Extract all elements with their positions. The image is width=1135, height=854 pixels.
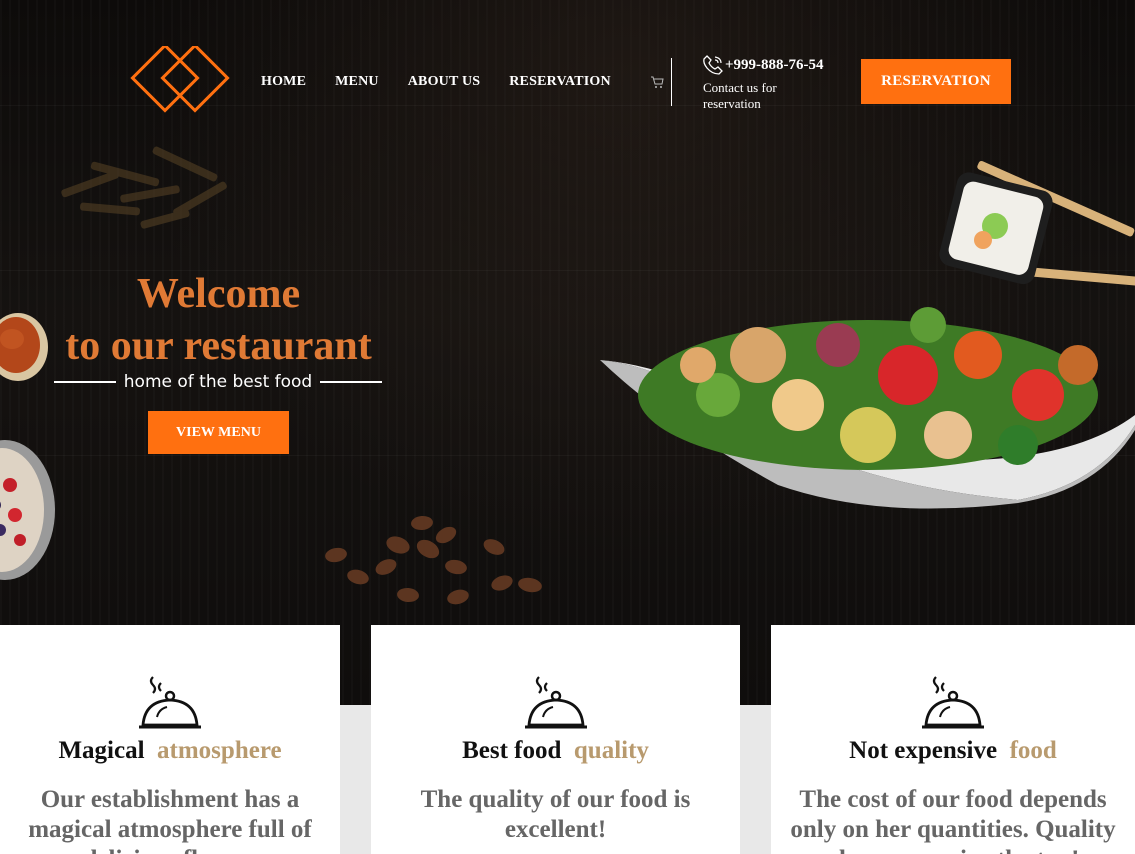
nav-reservation[interactable]: RESERVATION: [509, 74, 611, 90]
cloche-icon: [139, 676, 201, 729]
header-divider: [671, 58, 672, 106]
hero-title-line2: to our restaurant: [65, 323, 372, 369]
hero-title-line1: Welcome: [136, 271, 301, 317]
card-title: Best food quality: [371, 737, 740, 765]
subtitle-line-left: [54, 381, 116, 383]
view-menu-button[interactable]: VIEW MENU: [148, 411, 289, 454]
subtitle-line-right: [320, 381, 383, 383]
contact-text: Contact us for reservation: [703, 80, 777, 111]
salad-bowl-image: [600, 307, 1135, 509]
main-nav: HOME MENU ABOUT US RESERVATION: [261, 74, 611, 90]
feature-card-price: Not expensive food The cost of our food …: [771, 625, 1135, 854]
card-title: Not expensive food: [771, 737, 1135, 765]
hero-section: HOME MENU ABOUT US RESERVATION +999-888-…: [0, 0, 1135, 705]
hero-subtitle-text: home of the best food: [123, 372, 313, 392]
nav-home[interactable]: HOME: [261, 74, 306, 90]
cart-icon[interactable]: [650, 75, 664, 89]
nav-menu[interactable]: MENU: [335, 74, 379, 90]
cloche-icon: [922, 676, 984, 729]
card-title-highlight: atmosphere: [157, 737, 282, 764]
card-title-highlight: quality: [573, 737, 649, 764]
hero-subtitle: home of the best food: [54, 372, 383, 392]
phone-number[interactable]: +999-888-76-54: [725, 57, 824, 74]
berry-bowl-image: [0, 440, 55, 580]
card-title-highlight: food: [1009, 737, 1057, 764]
card-text: The cost of our food depends only on her…: [790, 786, 1116, 854]
card-title-main: Best food: [462, 737, 562, 764]
feature-card-atmosphere: Magical atmosphere Our establishment has…: [0, 625, 340, 854]
card-title-main: Magical: [58, 737, 145, 764]
phone-icon: [703, 55, 723, 75]
feature-card-quality: Best food quality The quality of our foo…: [371, 625, 740, 854]
card-title-main: Not expensive: [849, 737, 998, 764]
fries-image: [61, 146, 227, 229]
cloche-icon: [524, 676, 587, 729]
card-title: Magical atmosphere: [0, 737, 340, 765]
card-text: Our establishment has a magical atmosphe…: [28, 786, 312, 854]
logo-diamonds-icon[interactable]: [130, 46, 230, 114]
reservation-button[interactable]: RESERVATION: [861, 59, 1011, 104]
sushi-image: [939, 160, 1135, 287]
coffee-beans-image: [325, 515, 542, 605]
card-text: The quality of our food is excellent!: [420, 786, 691, 843]
nav-about-us[interactable]: ABOUT US: [408, 74, 481, 90]
